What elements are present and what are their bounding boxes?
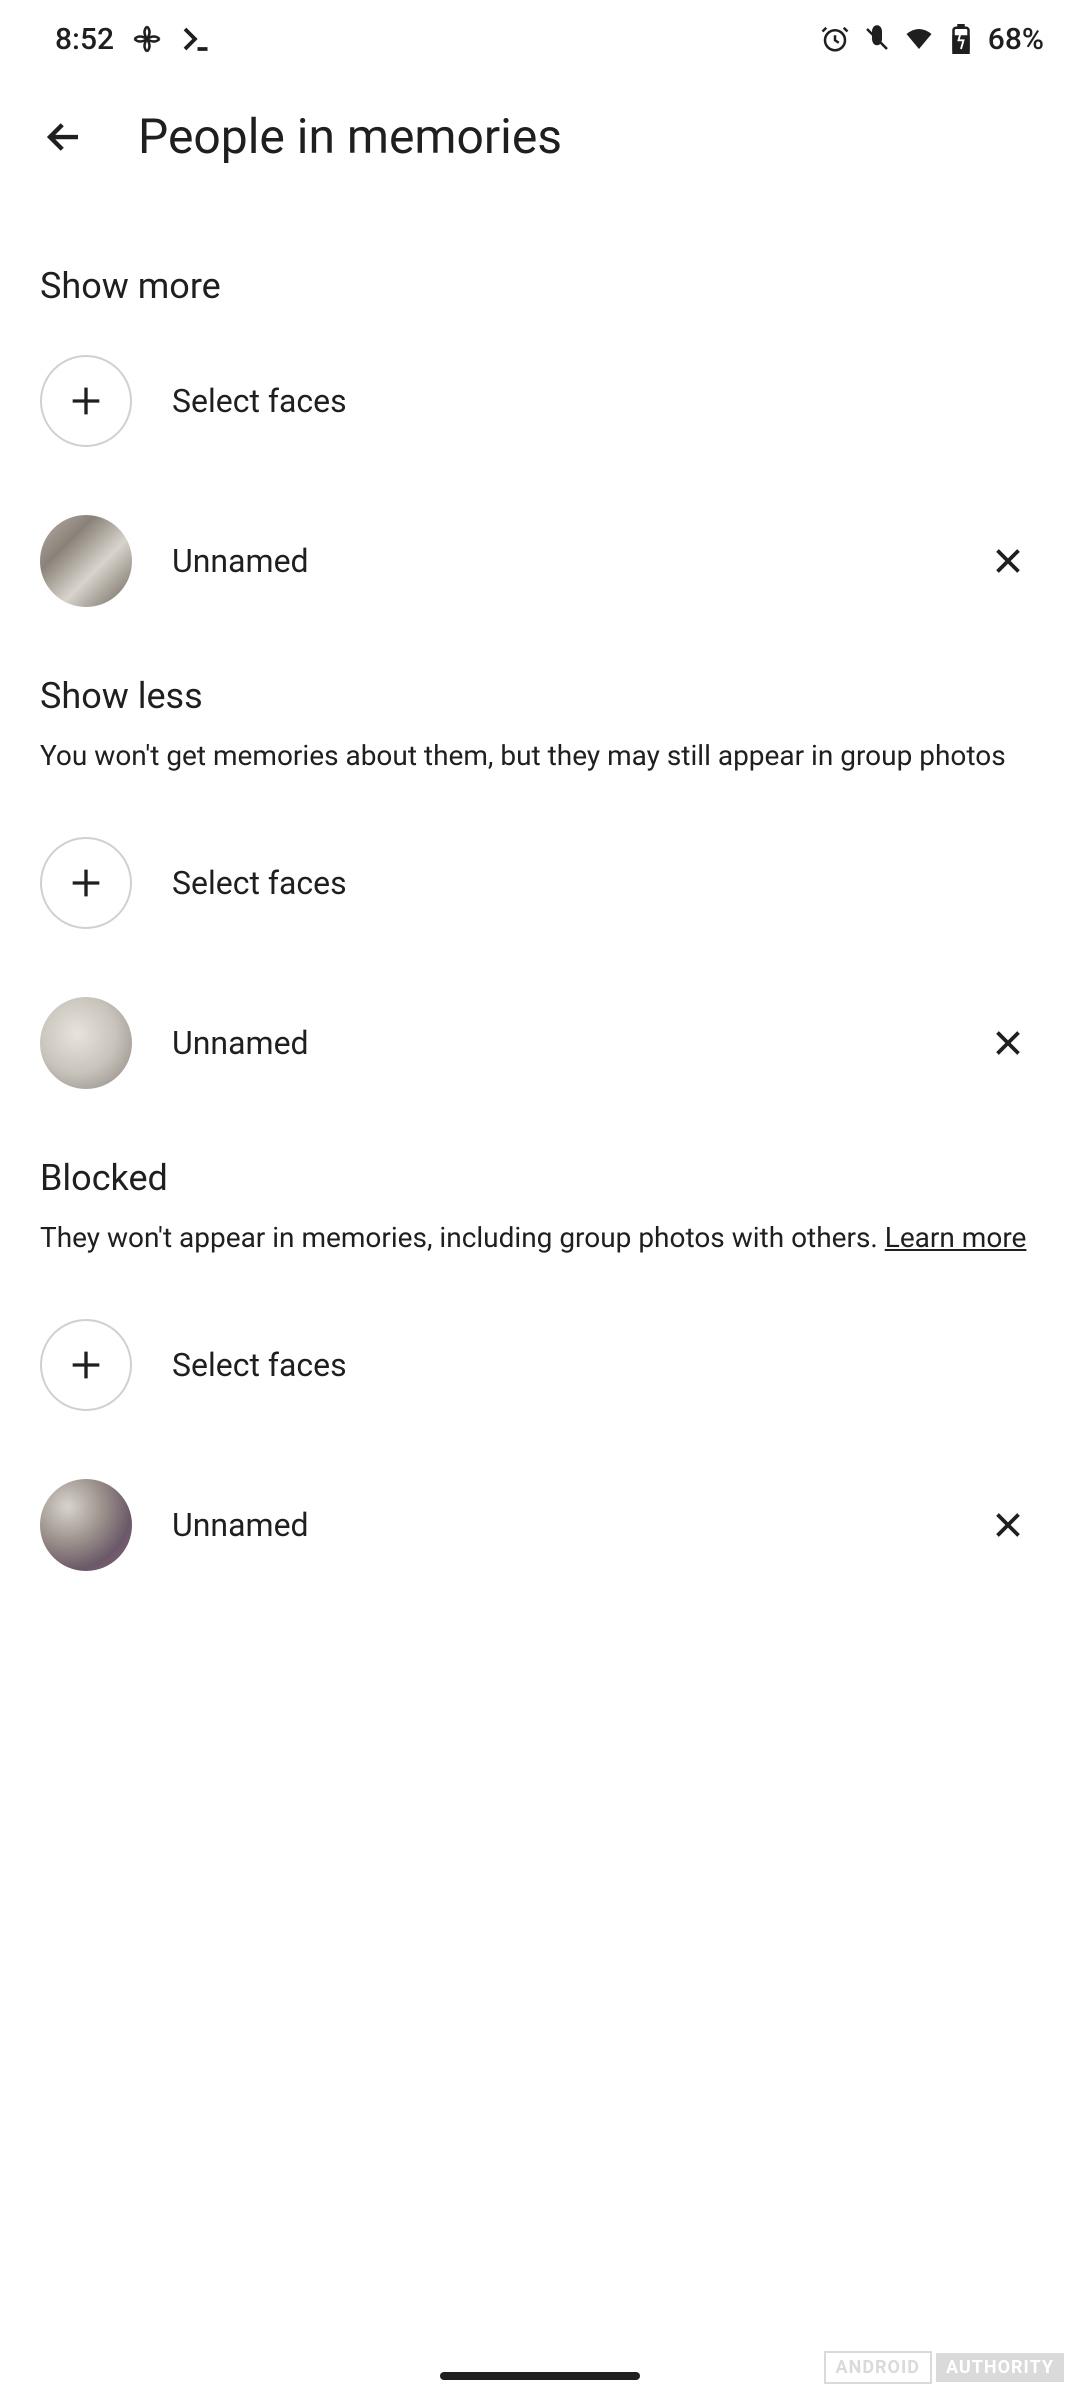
content: Show more Select faces Unnamed Show less…: [0, 205, 1080, 1571]
section-title-blocked: Blocked: [40, 1157, 1040, 1199]
watermark-left: ANDROID: [824, 2351, 932, 2384]
status-time: 8:52: [55, 22, 114, 57]
avatar: [40, 515, 132, 607]
avatar: [40, 1479, 132, 1571]
remove-button[interactable]: [988, 1505, 1028, 1545]
battery-icon: [946, 24, 976, 54]
face-item-show-less[interactable]: Unnamed: [40, 997, 1040, 1089]
section-show-more: Show more Select faces Unnamed: [40, 265, 1040, 607]
watermark-right: AUTHORITY: [936, 2353, 1064, 2382]
avatar: [40, 997, 132, 1089]
status-bar-right: 68%: [820, 22, 1044, 57]
remove-button[interactable]: [988, 1023, 1028, 1063]
section-blocked: Blocked They won't appear in memories, i…: [40, 1157, 1040, 1571]
plus-icon: [66, 863, 106, 903]
blocked-description-text: They won't appear in memories, including…: [40, 1221, 885, 1254]
add-icon-circle: [40, 837, 132, 929]
terminal-icon: [180, 24, 210, 54]
arrow-left-icon: [43, 116, 85, 158]
select-faces-label: Select faces: [172, 382, 1040, 420]
section-title-show-less: Show less: [40, 675, 1040, 717]
header: People in memories: [0, 78, 1080, 205]
remove-button[interactable]: [988, 541, 1028, 581]
wifi-icon: [904, 24, 934, 54]
face-item-blocked[interactable]: Unnamed: [40, 1479, 1040, 1571]
section-title-show-more: Show more: [40, 265, 1040, 307]
select-faces-label: Select faces: [172, 864, 1040, 902]
alarm-icon: [820, 24, 850, 54]
plus-icon: [66, 381, 106, 421]
add-icon-circle: [40, 1319, 132, 1411]
face-name-label: Unnamed: [172, 1024, 988, 1062]
mute-icon: [862, 24, 892, 54]
plus-icon: [66, 1345, 106, 1385]
section-description-blocked: They won't appear in memories, including…: [40, 1217, 1040, 1259]
select-faces-blocked[interactable]: Select faces: [40, 1319, 1040, 1411]
close-icon: [990, 1025, 1026, 1061]
face-name-label: Unnamed: [172, 1506, 988, 1544]
status-bar-left: 8:52: [55, 22, 210, 57]
learn-more-link[interactable]: Learn more: [885, 1221, 1027, 1254]
select-faces-show-more[interactable]: Select faces: [40, 355, 1040, 447]
select-faces-show-less[interactable]: Select faces: [40, 837, 1040, 929]
watermark: ANDROID AUTHORITY: [824, 2351, 1064, 2384]
section-show-less: Show less You won't get memories about t…: [40, 675, 1040, 1089]
navigation-handle[interactable]: [440, 2372, 640, 2380]
battery-percent: 68%: [988, 22, 1044, 57]
page-title: People in memories: [138, 108, 562, 165]
face-name-label: Unnamed: [172, 542, 988, 580]
face-item-show-more[interactable]: Unnamed: [40, 515, 1040, 607]
back-button[interactable]: [40, 113, 88, 161]
status-bar: 8:52 68%: [0, 0, 1080, 78]
close-icon: [990, 1507, 1026, 1543]
section-description-show-less: You won't get memories about them, but t…: [40, 735, 1040, 777]
close-icon: [990, 543, 1026, 579]
add-icon-circle: [40, 355, 132, 447]
select-faces-label: Select faces: [172, 1346, 1040, 1384]
pinwheel-icon: [132, 24, 162, 54]
